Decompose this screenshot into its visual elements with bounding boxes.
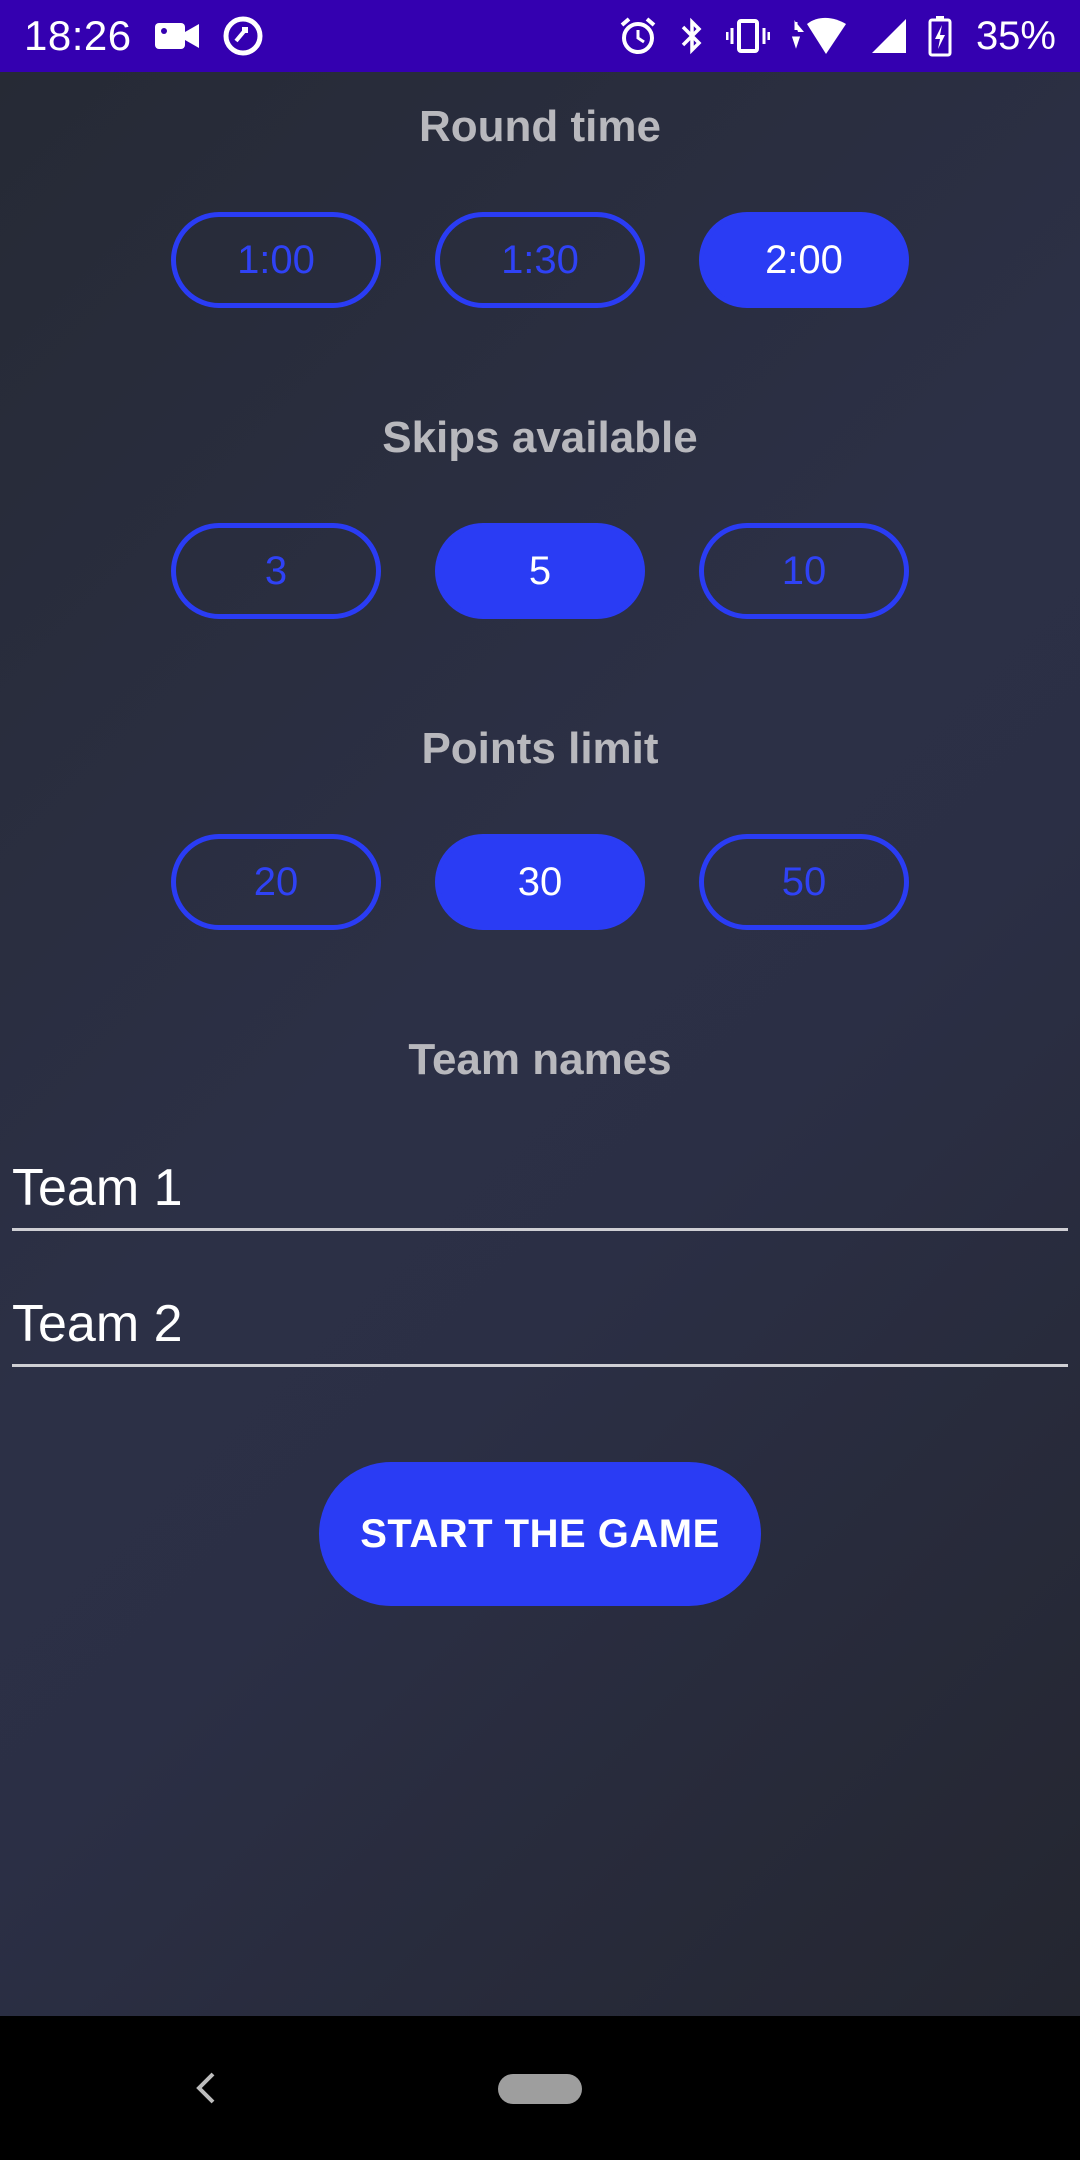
- skips-option-5[interactable]: 5: [435, 523, 645, 619]
- battery-charging-icon: [928, 15, 952, 57]
- back-chevron-icon: [196, 2072, 215, 2104]
- skips-option-10[interactable]: 10: [699, 523, 909, 619]
- round-time-options: 1:00 1:30 2:00: [0, 212, 1080, 308]
- sync-icon: [222, 15, 264, 57]
- team-1-name-input[interactable]: [12, 1148, 1068, 1231]
- round-time-title: Round time: [419, 102, 661, 151]
- points-options: 20 30 50: [0, 834, 1080, 930]
- team-names-title: Team names: [408, 1035, 672, 1084]
- wifi-icon: [790, 16, 848, 56]
- game-settings-screen: Round time 1:00 1:30 2:00 Skips availabl…: [0, 72, 1080, 2016]
- points-option-50[interactable]: 50: [699, 834, 909, 930]
- back-button[interactable]: [186, 2060, 226, 2116]
- round-time-option-2-00[interactable]: 2:00: [699, 212, 909, 308]
- alarm-icon: [618, 16, 658, 56]
- skips-option-3[interactable]: 3: [171, 523, 381, 619]
- home-button[interactable]: [498, 2074, 582, 2104]
- round-time-option-1-00[interactable]: 1:00: [171, 212, 381, 308]
- points-title: Points limit: [421, 724, 659, 773]
- vibrate-icon: [725, 18, 770, 54]
- start-game-button[interactable]: START THE GAME: [319, 1462, 761, 1606]
- skips-options: 3 5 10: [0, 523, 1080, 619]
- skips-title: Skips available: [382, 413, 698, 462]
- team-2-name-input[interactable]: [12, 1284, 1068, 1367]
- round-time-option-1-30[interactable]: 1:30: [435, 212, 645, 308]
- status-right: 35%: [618, 14, 1056, 59]
- status-bar: 18:26 35%: [0, 0, 1080, 72]
- battery-percent: 35%: [975, 13, 1056, 58]
- points-option-20[interactable]: 20: [171, 834, 381, 930]
- status-time: 18:26: [24, 12, 132, 59]
- points-option-30[interactable]: 30: [435, 834, 645, 930]
- bluetooth-icon: [678, 16, 706, 56]
- status-left: 18:26: [24, 12, 264, 60]
- video-camera-icon: [154, 19, 200, 53]
- cell-signal-icon: [868, 17, 908, 55]
